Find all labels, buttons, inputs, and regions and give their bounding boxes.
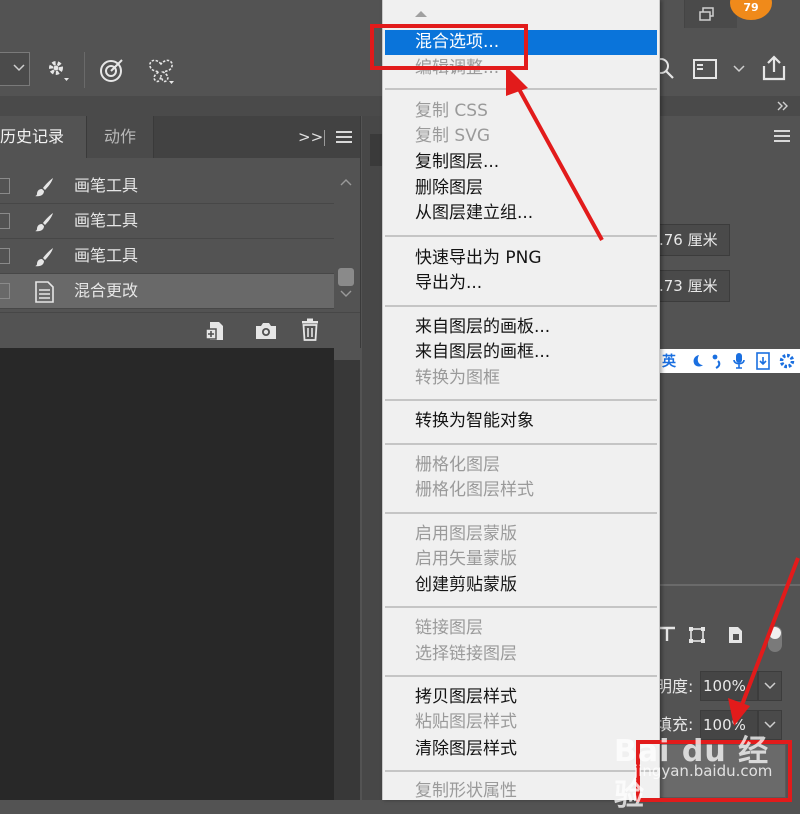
menu-separator (385, 512, 657, 514)
brush-icon (35, 248, 53, 267)
snapshot-checkbox[interactable] (0, 248, 10, 264)
menu-separator (385, 675, 657, 677)
gear-icon[interactable] (44, 56, 72, 84)
restore-window-icon[interactable] (699, 7, 715, 21)
tab-history[interactable]: 历史记录 (0, 116, 86, 158)
toolbar-separator (84, 52, 85, 88)
ime-toolbar: 英 (656, 349, 800, 373)
panel-menu-icon[interactable] (336, 131, 352, 143)
history-row[interactable]: 画笔工具 (0, 169, 334, 204)
menu-item-copy-css[interactable]: 复制 CSS (383, 99, 659, 124)
history-row-label: 混合更改 (74, 281, 139, 300)
toolbar-dropdown[interactable] (0, 52, 30, 86)
panel-menu-icon[interactable] (774, 130, 790, 142)
menu-item-export-as[interactable]: 导出为... (383, 271, 659, 296)
menu-separator (385, 443, 657, 445)
menu-item-rasterize-layer[interactable]: 栅格化图层 (383, 453, 659, 478)
history-row[interactable]: 画笔工具 (0, 239, 334, 274)
camera-icon[interactable] (254, 321, 278, 341)
menu-separator (385, 235, 657, 237)
menu-separator (385, 88, 657, 90)
chevron-down-icon (764, 682, 776, 690)
history-footer (0, 312, 360, 349)
filter-toggle[interactable] (768, 626, 782, 652)
opacity-dropdown[interactable] (758, 671, 782, 701)
trash-icon[interactable] (300, 318, 320, 342)
menu-item-enable-layer-mask[interactable]: 启用图层蒙版 (383, 522, 659, 547)
menu-item-convert-to-frame[interactable]: 转换为图框 (383, 366, 659, 391)
moon-icon[interactable] (688, 353, 704, 369)
shape-layer-filter-icon[interactable] (688, 626, 706, 644)
menu-item-convert-to-smart-object[interactable]: 转换为智能对象 (383, 409, 659, 434)
punctuation-icon[interactable] (710, 353, 724, 369)
keyboard-icon[interactable] (756, 352, 770, 370)
document-icon (35, 281, 54, 303)
menu-item-delete-layer[interactable]: 删除图层 (383, 176, 659, 201)
history-row-label: 画笔工具 (74, 176, 139, 195)
collapsed-panel-column (362, 116, 384, 800)
opacity-label: 明度: (656, 677, 694, 696)
annotation-highlight-box (370, 24, 528, 70)
window-controls (684, 0, 737, 28)
scroll-down-icon[interactable] (340, 290, 352, 298)
chevron-down-icon[interactable] (732, 64, 746, 74)
history-scrollbar[interactable] (336, 174, 356, 310)
menu-item-select-linked-layers[interactable]: 选择链接图层 (383, 642, 659, 667)
snapshot-checkbox[interactable] (0, 213, 10, 229)
tab-actions[interactable]: 动作 (86, 116, 154, 158)
document-canvas[interactable] (0, 348, 334, 800)
panel-overflow-button[interactable]: >> (298, 116, 323, 158)
history-row-selected[interactable]: 混合更改 (0, 274, 334, 309)
scroll-up-icon[interactable] (340, 178, 352, 186)
expand-panels-icon[interactable] (776, 101, 790, 111)
menu-item-duplicate-layer[interactable]: 复制图层... (383, 150, 659, 175)
workspace-icon[interactable] (692, 58, 720, 80)
menu-item-rasterize-layer-style[interactable]: 栅格化图层样式 (383, 478, 659, 503)
menu-item-copy-layer-style[interactable]: 拷贝图层样式 (383, 685, 659, 710)
height-field[interactable]: .73 厘米 (656, 270, 730, 302)
ime-language-toggle[interactable]: 英 (662, 351, 676, 371)
menu-separator (385, 305, 657, 307)
butterfly-icon[interactable] (146, 56, 176, 86)
microphone-icon[interactable] (732, 352, 746, 370)
target-icon[interactable] (98, 56, 126, 84)
menu-separator (385, 606, 657, 608)
chevron-down-icon (13, 64, 25, 72)
menu-item-enable-vector-mask[interactable]: 启用矢量蒙版 (383, 547, 659, 572)
smart-object-filter-icon[interactable] (726, 626, 744, 644)
brush-icon (35, 213, 53, 232)
snapshot-checkbox[interactable] (0, 178, 10, 194)
watermark-url: jingyan.baidu.com (634, 762, 773, 780)
menu-item-artboard-from-layers[interactable]: 来自图层的画板... (383, 315, 659, 340)
menu-item-frame-from-layers[interactable]: 来自图层的画框... (383, 340, 659, 365)
history-panel-tabs: 历史记录 动作 >> (0, 116, 360, 158)
brush-icon (35, 178, 53, 197)
menu-item-group-from-layers[interactable]: 从图层建立组... (383, 201, 659, 226)
menu-item-link-layers[interactable]: 链接图层 (383, 616, 659, 641)
menu-item-create-clipping-mask[interactable]: 创建剪贴蒙版 (383, 573, 659, 598)
canvas-scrollbar[interactable] (334, 360, 360, 800)
history-row-label: 画笔工具 (74, 246, 139, 265)
scroll-thumb[interactable] (338, 268, 354, 286)
snapshot-checkbox[interactable] (0, 283, 10, 299)
history-row[interactable]: 画笔工具 (0, 204, 334, 239)
menu-item-quick-export-png[interactable]: 快速导出为 PNG (383, 246, 659, 271)
type-layer-filter-icon[interactable] (658, 626, 676, 642)
tab-divider (324, 130, 325, 146)
history-row-label: 画笔工具 (74, 211, 139, 230)
layer-context-menu: 混合选项... 编辑调整... 复制 CSS 复制 SVG 复制图层... 删除… (382, 0, 660, 801)
share-icon[interactable] (760, 54, 788, 82)
new-document-from-state-icon[interactable] (204, 319, 228, 343)
properties-panel: .76 厘米 .73 厘米 明度: 100% 填充: 100% (656, 116, 800, 800)
menu-separator (385, 399, 657, 401)
panel-divider (656, 584, 800, 586)
width-field[interactable]: .76 厘米 (656, 224, 730, 256)
opacity-field[interactable]: 100% (700, 671, 758, 701)
menu-scroll-up-icon[interactable] (413, 8, 429, 18)
menu-item-copy-svg[interactable]: 复制 SVG (383, 124, 659, 149)
history-panel: 历史记录 动作 >> 画笔工具 画笔工具 画笔工具 混合更改 (0, 116, 361, 349)
settings-icon[interactable] (778, 352, 796, 370)
